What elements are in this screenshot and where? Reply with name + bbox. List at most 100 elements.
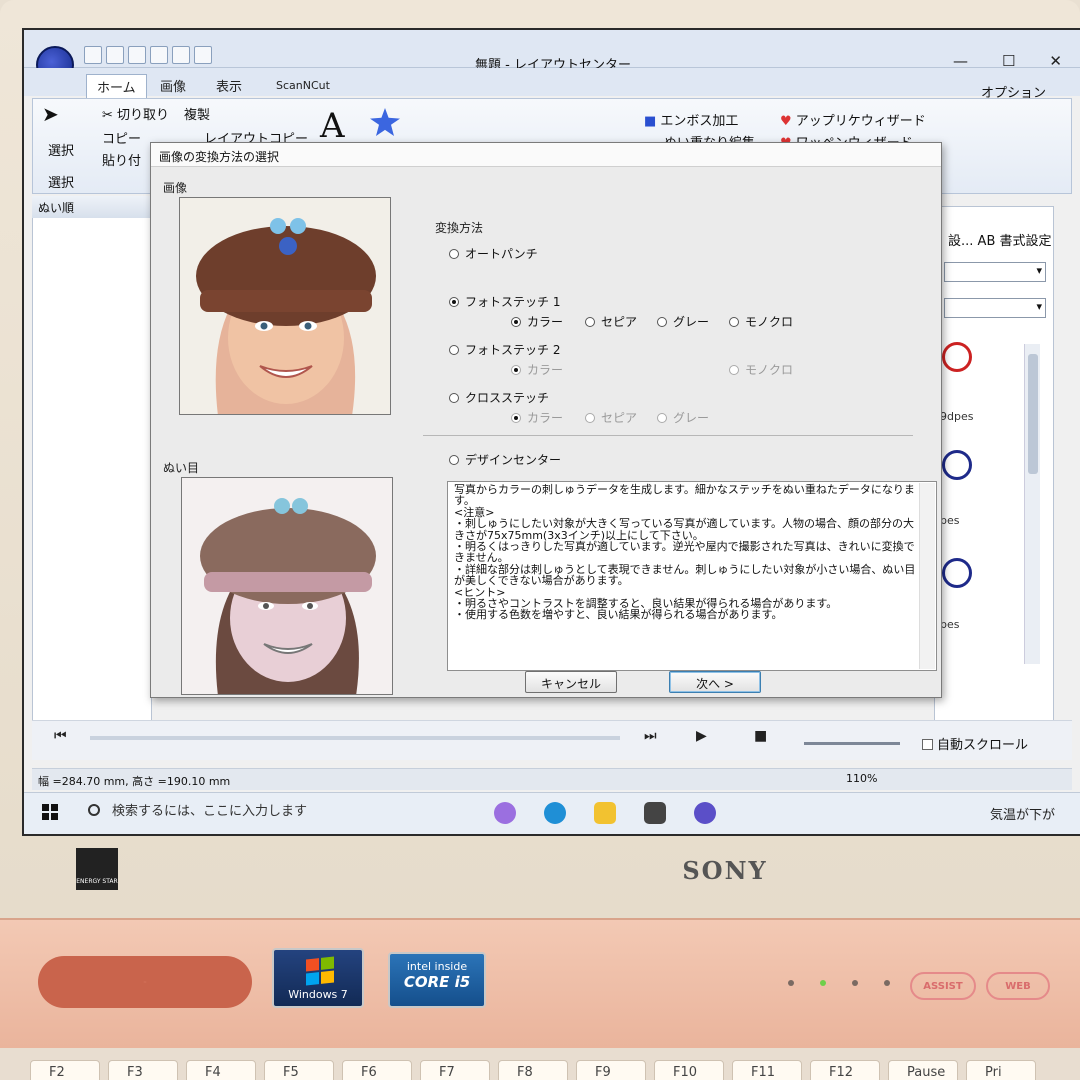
tab-image[interactable]: 画像 bbox=[160, 76, 186, 95]
tab-home[interactable]: ホーム bbox=[86, 74, 147, 98]
checkbox-icon bbox=[922, 739, 933, 750]
format-label: AB 書式設定 bbox=[977, 234, 1052, 249]
status-bar: 幅 =284.70 mm, 高さ =190.10 mm bbox=[32, 768, 1072, 790]
embroidery-design-thumb-2[interactable] bbox=[942, 450, 972, 480]
sew-order-pane bbox=[32, 196, 152, 756]
format-settings[interactable]: 設... AB 書式設定 bbox=[948, 230, 1052, 249]
conversion-method-dialog: 画像の変換方法の選択 画像 ぬい目 変換方法 オートパンチ フォトステッチ 1 … bbox=[150, 142, 942, 698]
select-group-label: 選択 bbox=[48, 176, 75, 191]
radio-ps1-sepia[interactable]: セピア bbox=[585, 313, 637, 330]
intel-inside-text: intel inside bbox=[406, 960, 468, 973]
f3-key[interactable]: F3 bbox=[108, 1060, 178, 1080]
applique-icon: ♥ bbox=[780, 114, 796, 129]
file-explorer-icon[interactable] bbox=[594, 802, 616, 824]
radio-ps1-mono[interactable]: モノクロ bbox=[729, 313, 793, 330]
stop-icon[interactable]: ■ bbox=[754, 728, 767, 744]
f10-key[interactable]: F10 bbox=[654, 1060, 724, 1080]
cancel-button[interactable]: キャンセル bbox=[525, 671, 617, 693]
design-list-scrollbar[interactable] bbox=[1024, 344, 1040, 664]
radio-auto-punch[interactable]: オートパンチ bbox=[449, 245, 538, 262]
f2-key[interactable]: F2 bbox=[30, 1060, 100, 1080]
playback-bar bbox=[32, 720, 1072, 760]
tab-scanncut[interactable]: ScanNCut bbox=[276, 79, 330, 92]
f6-key[interactable]: F6 bbox=[342, 1060, 412, 1080]
taskbar-search[interactable]: 検索するには、ここに入力します bbox=[88, 800, 307, 819]
print-key[interactable]: Pri bbox=[966, 1060, 1036, 1080]
f8-key[interactable]: F8 bbox=[498, 1060, 568, 1080]
f7-key[interactable]: F7 bbox=[420, 1060, 490, 1080]
duplicate-button[interactable]: 複製 bbox=[184, 104, 210, 123]
text-tool-icon[interactable]: A bbox=[320, 106, 345, 146]
sew-order-pane-title: ぬい順 bbox=[32, 196, 152, 218]
radio-design-center[interactable]: デザインセンター bbox=[449, 451, 561, 468]
applique-label: アップリケウィザード bbox=[795, 114, 926, 129]
select-button[interactable]: 選択 bbox=[48, 140, 74, 159]
f11-key[interactable]: F11 bbox=[732, 1060, 802, 1080]
play-icon[interactable]: ▶ bbox=[696, 728, 707, 744]
web-button[interactable]: WEB bbox=[986, 972, 1050, 1000]
intel-badge: intel inside CORE i5 bbox=[388, 952, 486, 1008]
num-led bbox=[884, 980, 890, 986]
radio-photo-stitch-2[interactable]: フォトステッチ 2 bbox=[449, 341, 560, 358]
go-to-end-icon[interactable]: ⏭ bbox=[644, 728, 657, 744]
applique-wizard-button[interactable]: ♥ アップリケウィザード bbox=[780, 110, 926, 129]
method-section-label: 変換方法 bbox=[435, 221, 484, 235]
f5-key[interactable]: F5 bbox=[264, 1060, 334, 1080]
method-description: 写真からカラーの刺しゅうデータを生成します。細かなステッチをぬい重ねたデータにな… bbox=[447, 481, 937, 671]
stitch-preview bbox=[181, 477, 393, 695]
radio-cs-color: カラー bbox=[511, 409, 563, 426]
windows-7-badge: Windows 7 bbox=[272, 948, 364, 1008]
playback-track[interactable] bbox=[90, 736, 620, 740]
assist-button[interactable]: ASSIST bbox=[910, 972, 976, 1000]
go-to-start-icon[interactable]: ⏮ bbox=[54, 728, 67, 744]
truncated-label: 設... bbox=[948, 234, 974, 249]
speed-slider[interactable] bbox=[804, 742, 900, 745]
auto-scroll-checkbox[interactable]: 自動スクロール bbox=[922, 734, 1028, 753]
paste-button[interactable]: 貼り付 bbox=[102, 150, 141, 169]
f9-key[interactable]: F9 bbox=[576, 1060, 646, 1080]
start-icon[interactable] bbox=[42, 804, 58, 820]
radio-ps1-gray[interactable]: グレー bbox=[657, 313, 709, 330]
cut-label: 切り取り bbox=[117, 108, 170, 123]
layout-center-taskbar-icon[interactable] bbox=[694, 802, 716, 824]
f4-key[interactable]: F4 bbox=[186, 1060, 256, 1080]
cut-button[interactable]: ✂ 切り取り bbox=[102, 104, 169, 123]
tab-view[interactable]: 表示 bbox=[216, 76, 242, 95]
desc-line: ・明るくはっきりした写真が適しています。逆光や屋内で撮影された写真は、きれいに変… bbox=[454, 540, 915, 565]
auto-scroll-label: 自動スクロール bbox=[937, 738, 1029, 753]
emboss-button[interactable]: ■ エンボス加工 bbox=[644, 110, 738, 129]
embroidery-design-thumb-1[interactable] bbox=[942, 342, 972, 372]
radio-cs-gray: グレー bbox=[657, 409, 709, 426]
radio-ps2-color: カラー bbox=[511, 361, 563, 378]
design-file-1: 9dpes bbox=[940, 410, 974, 423]
embroidery-design-thumb-3[interactable] bbox=[942, 558, 972, 588]
pointer-icon: ➤ bbox=[42, 102, 59, 126]
screen: 無題 - レイアウトセンター — ☐ ✕ ホーム 画像 表示 ScanNCut … bbox=[22, 28, 1080, 836]
power-led bbox=[788, 980, 794, 986]
radio-cross-stitch[interactable]: クロスステッチ bbox=[449, 389, 549, 406]
radio-ps2-mono: モノクロ bbox=[729, 361, 793, 378]
search-icon bbox=[88, 804, 100, 816]
weather-widget[interactable]: 気温が下が bbox=[990, 804, 1055, 823]
description-scrollbar[interactable] bbox=[919, 483, 935, 669]
radio-photo-stitch-1[interactable]: フォトステッチ 1 bbox=[449, 293, 560, 310]
emboss-label: エンボス加工 bbox=[660, 114, 739, 129]
mail-icon[interactable] bbox=[644, 802, 666, 824]
speaker-grille bbox=[38, 956, 252, 1008]
desc-line: 写真からカラーの刺しゅうデータを生成します。細かなステッチをぬい重ねたデータにな… bbox=[454, 483, 915, 508]
pause-key[interactable]: Pause bbox=[888, 1060, 958, 1080]
radio-ps1-color[interactable]: カラー bbox=[511, 313, 563, 330]
filter-combo-1[interactable] bbox=[944, 262, 1046, 282]
filter-combo-2[interactable] bbox=[944, 298, 1046, 318]
image-section-label: 画像 bbox=[163, 181, 188, 195]
f12-key[interactable]: F12 bbox=[810, 1060, 880, 1080]
stitch-section-label: ぬい目 bbox=[163, 461, 200, 475]
desc-line: ・刺しゅうにしたい対象が大きく写っている写真が適しています。人物の場合、顔の部分… bbox=[454, 517, 915, 542]
design-file-3: pes bbox=[940, 618, 960, 631]
next-button[interactable]: 次へ > bbox=[669, 671, 761, 693]
status-led bbox=[820, 980, 826, 986]
copilot-icon[interactable] bbox=[494, 802, 516, 824]
edge-icon[interactable] bbox=[544, 802, 566, 824]
zoom-level: 110% bbox=[846, 772, 878, 785]
copy-button[interactable]: コピー bbox=[102, 128, 141, 147]
